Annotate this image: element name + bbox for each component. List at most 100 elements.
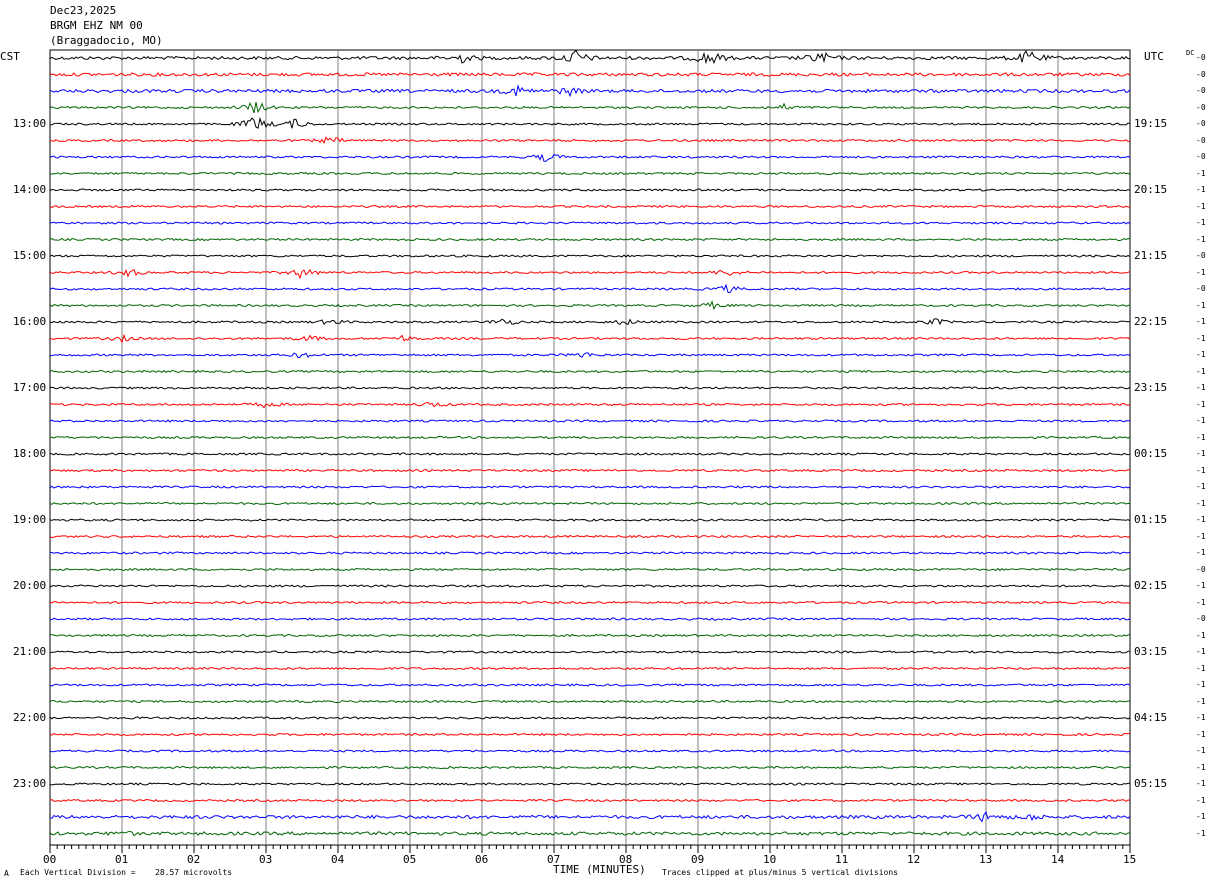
dc-offset-label: -1 — [1196, 779, 1206, 788]
dc-offset-label: -1 — [1196, 828, 1206, 838]
trace-line — [49, 49, 1131, 65]
station-location: (Braggadocio, MO) — [50, 34, 163, 47]
dc-offset-label: -1 — [1196, 531, 1206, 541]
dc-offset-label: -1 — [1196, 333, 1206, 343]
minute-gridlines — [49, 49, 1131, 846]
trace-line — [49, 830, 1131, 837]
corner-mark: A — [4, 869, 9, 878]
trace-line — [49, 401, 1131, 409]
dc-offset-label: -0 — [1196, 135, 1206, 145]
trace-line — [49, 551, 1131, 555]
dc-offset-label: -0 — [1196, 614, 1206, 623]
dc-offset-label: -1 — [1196, 680, 1206, 689]
dc-offset-label: -1 — [1196, 432, 1206, 442]
trace-line — [49, 633, 1131, 638]
x-tick-label: 14 — [1051, 853, 1065, 866]
dc-offset-label: -1 — [1196, 498, 1206, 508]
x-tick-label: 03 — [259, 853, 273, 866]
dc-offset-label: -1 — [1196, 812, 1206, 821]
right-timezone-label: UTC — [1144, 50, 1164, 63]
right-hour-label: 23:15 — [1134, 381, 1168, 394]
trace-line — [49, 237, 1131, 242]
x-tick-label: 13 — [979, 853, 993, 866]
trace-line — [49, 268, 1131, 280]
dc-offset-label: -1 — [1196, 696, 1206, 706]
right-hour-label: 04:15 — [1134, 711, 1168, 724]
left-hour-label: 20:00 — [13, 579, 47, 592]
trace-line — [49, 136, 1131, 144]
dc-label: DC — [1186, 49, 1195, 57]
trace-line — [49, 318, 1131, 326]
seismic-traces — [49, 49, 1131, 837]
right-hour-label: 22:15 — [1134, 315, 1168, 328]
trace-line — [49, 84, 1131, 98]
trace-line — [49, 101, 1131, 114]
trace-line — [49, 765, 1131, 770]
left-hour-label: 16:00 — [13, 315, 47, 328]
dc-offset-label: -1 — [1196, 729, 1206, 739]
trace-line — [49, 188, 1131, 192]
dc-offset-label: -1 — [1196, 399, 1206, 409]
left-hour-label: 21:00 — [13, 645, 47, 658]
x-tick-label: 02 — [187, 853, 201, 866]
trace-line — [49, 600, 1131, 605]
trace-line — [49, 254, 1131, 258]
trace-line — [49, 333, 1131, 344]
x-axis-ticks — [49, 845, 1131, 853]
dc-offset-label: -1 — [1196, 663, 1206, 673]
trace-line — [49, 116, 1131, 129]
left-hour-label: 19:00 — [13, 513, 47, 526]
dc-offset-label: -1 — [1196, 795, 1206, 805]
dc-offset-label: -0 — [1196, 564, 1206, 574]
trace-line — [49, 810, 1131, 823]
trace-line — [49, 204, 1130, 209]
dc-offset-label: -1 — [1196, 416, 1206, 425]
trace-line — [49, 749, 1131, 753]
left-timezone-label: CST — [0, 50, 20, 63]
trace-line — [49, 369, 1131, 374]
trace-line — [49, 352, 1131, 359]
trace-line — [49, 435, 1131, 440]
helicorder-chart — [49, 49, 1131, 853]
dc-offset-label: -0 — [1196, 152, 1206, 161]
trace-line — [49, 716, 1131, 720]
trace-line — [49, 419, 1131, 423]
dc-offset-label: -1 — [1196, 168, 1206, 178]
trace-line — [49, 699, 1130, 704]
dc-offset-label: -1 — [1196, 548, 1206, 557]
right-hour-label: 21:15 — [1134, 249, 1168, 262]
right-hour-label: 05:15 — [1134, 777, 1168, 790]
dc-offset-label: -1 — [1196, 234, 1206, 244]
clip-note: Traces clipped at plus/minus 5 vertical … — [662, 868, 899, 877]
trace-line — [49, 683, 1131, 687]
left-hour-label: 18:00 — [13, 447, 47, 460]
left-hour-label: 23:00 — [13, 777, 47, 790]
dc-offset-label: -1 — [1196, 185, 1206, 194]
dc-offset-label: -1 — [1196, 597, 1206, 607]
dc-offset-label: -0 — [1196, 102, 1206, 112]
trace-line — [49, 283, 1131, 294]
x-axis-label: TIME (MINUTES) — [553, 863, 646, 876]
dc-offset-label: -1 — [1196, 267, 1206, 277]
left-hour-label: 15:00 — [13, 249, 47, 262]
trace-line — [49, 71, 1131, 77]
dc-offset-label: -1 — [1196, 482, 1206, 491]
trace-line — [49, 452, 1131, 456]
x-tick-label: 05 — [403, 853, 417, 866]
dc-offset-label: -1 — [1196, 581, 1206, 590]
scale-value: 28.57 microvolts — [155, 868, 233, 877]
right-hour-label: 00:15 — [1134, 447, 1168, 460]
dc-offset-label: -1 — [1196, 713, 1206, 722]
x-tick-label: 01 — [115, 853, 129, 866]
dc-offset-label: -0 — [1196, 119, 1206, 128]
dc-offset-label: -1 — [1196, 300, 1206, 310]
dc-offset-label: -1 — [1196, 383, 1206, 392]
dc-offset-label: -1 — [1196, 350, 1206, 359]
trace-line — [49, 221, 1131, 225]
trace-line — [49, 300, 1131, 311]
dc-offset-label: -1 — [1196, 647, 1206, 656]
right-hour-label: 19:15 — [1134, 117, 1168, 130]
trace-line — [49, 666, 1131, 671]
dc-offset-label: -0 — [1196, 251, 1206, 260]
right-hour-label: 20:15 — [1134, 183, 1168, 196]
